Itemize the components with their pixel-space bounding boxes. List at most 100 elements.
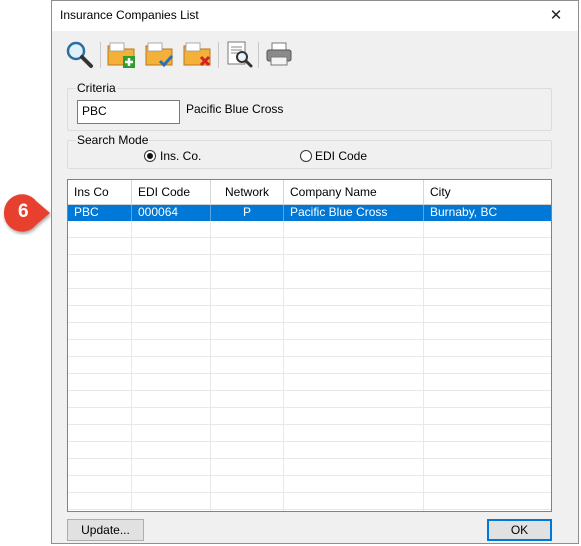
empty-cell [68, 510, 132, 511]
table-row-empty[interactable] [68, 493, 551, 510]
table-row-empty[interactable] [68, 238, 551, 255]
empty-cell [68, 493, 132, 509]
table-row-empty[interactable] [68, 306, 551, 323]
table-row-empty[interactable] [68, 442, 551, 459]
table-row-empty[interactable] [68, 408, 551, 425]
empty-cell [68, 459, 132, 475]
insurance-companies-grid[interactable]: Ins Co EDI Code Network Company Name Cit… [67, 179, 552, 512]
title-bar: Insurance Companies List ✕ [52, 1, 578, 31]
delete-folder-icon[interactable] [182, 39, 212, 69]
empty-cell [424, 493, 551, 509]
empty-cell [132, 255, 211, 271]
empty-cell [211, 476, 284, 492]
table-row-empty[interactable] [68, 476, 551, 493]
table-row-empty[interactable] [68, 255, 551, 272]
empty-cell [68, 255, 132, 271]
preview-report-icon[interactable] [224, 39, 254, 69]
close-icon[interactable]: ✕ [534, 1, 578, 31]
table-row-empty[interactable] [68, 340, 551, 357]
table-row-empty[interactable] [68, 289, 551, 306]
empty-cell [424, 391, 551, 407]
empty-cell [68, 289, 132, 305]
empty-cell [211, 255, 284, 271]
empty-cell [68, 340, 132, 356]
cell-ins-co: PBC [68, 205, 132, 221]
radio-edi-code-label[interactable]: EDI Code [315, 149, 367, 163]
column-header-city[interactable]: City [424, 180, 551, 204]
empty-cell [284, 272, 424, 288]
column-header-edi-code[interactable]: EDI Code [132, 180, 211, 204]
empty-cell [132, 391, 211, 407]
radio-ins-co[interactable] [144, 150, 156, 162]
empty-cell [211, 425, 284, 441]
empty-cell [132, 493, 211, 509]
empty-cell [424, 306, 551, 322]
table-row-empty[interactable] [68, 323, 551, 340]
search-icon[interactable] [64, 39, 94, 69]
empty-cell [132, 340, 211, 356]
empty-cell [424, 425, 551, 441]
radio-ins-co-label[interactable]: Ins. Co. [160, 149, 201, 163]
print-icon[interactable] [264, 39, 294, 69]
column-header-network[interactable]: Network [211, 180, 284, 204]
table-row-empty[interactable] [68, 510, 551, 511]
criteria-legend: Criteria [76, 81, 117, 95]
empty-cell [68, 238, 132, 254]
empty-cell [284, 221, 424, 237]
empty-cell [284, 323, 424, 339]
empty-cell [424, 238, 551, 254]
ok-button[interactable]: OK [487, 519, 552, 541]
empty-cell [68, 323, 132, 339]
criteria-input[interactable]: PBC [77, 100, 180, 124]
table-row-empty[interactable] [68, 391, 551, 408]
edit-folder-icon[interactable] [144, 39, 174, 69]
column-header-ins-co[interactable]: Ins Co [68, 180, 132, 204]
search-mode-legend: Search Mode [76, 133, 150, 147]
empty-cell [68, 476, 132, 492]
grid-header: Ins Co EDI Code Network Company Name Cit… [68, 180, 551, 205]
empty-cell [211, 391, 284, 407]
empty-cell [68, 408, 132, 424]
empty-cell [132, 357, 211, 373]
empty-cell [132, 221, 211, 237]
table-row-empty[interactable] [68, 374, 551, 391]
empty-cell [211, 442, 284, 458]
toolbar-separator [218, 42, 219, 68]
empty-cell [424, 459, 551, 475]
empty-cell [211, 289, 284, 305]
table-row-empty[interactable] [68, 272, 551, 289]
empty-cell [132, 323, 211, 339]
empty-cell [211, 323, 284, 339]
empty-cell [284, 493, 424, 509]
empty-cell [424, 340, 551, 356]
empty-cell [284, 357, 424, 373]
table-row-empty[interactable] [68, 357, 551, 374]
table-row-selected[interactable]: PBC 000064 P Pacific Blue Cross Burnaby,… [68, 205, 551, 221]
empty-cell [132, 442, 211, 458]
radio-edi-code[interactable] [300, 150, 312, 162]
criteria-company-name: Pacific Blue Cross [186, 102, 284, 116]
empty-cell [424, 357, 551, 373]
table-row-empty[interactable] [68, 221, 551, 238]
update-button[interactable]: Update... [67, 519, 144, 541]
empty-cell [424, 408, 551, 424]
window-title: Insurance Companies List [60, 8, 199, 22]
empty-cell [211, 221, 284, 237]
table-row-empty[interactable] [68, 425, 551, 442]
empty-cell [211, 493, 284, 509]
empty-cell [424, 255, 551, 271]
toolbar-separator [258, 42, 259, 68]
empty-cell [424, 272, 551, 288]
empty-cell [211, 459, 284, 475]
table-row-empty[interactable] [68, 459, 551, 476]
empty-cell [284, 340, 424, 356]
empty-cell [211, 272, 284, 288]
empty-cell [284, 255, 424, 271]
add-folder-icon[interactable] [106, 39, 136, 69]
cell-network: P [211, 205, 284, 221]
column-header-company-name[interactable]: Company Name [284, 180, 424, 204]
step-callout-number: 6 [18, 201, 29, 222]
empty-cell [211, 408, 284, 424]
empty-cell [68, 374, 132, 390]
empty-cell [68, 391, 132, 407]
